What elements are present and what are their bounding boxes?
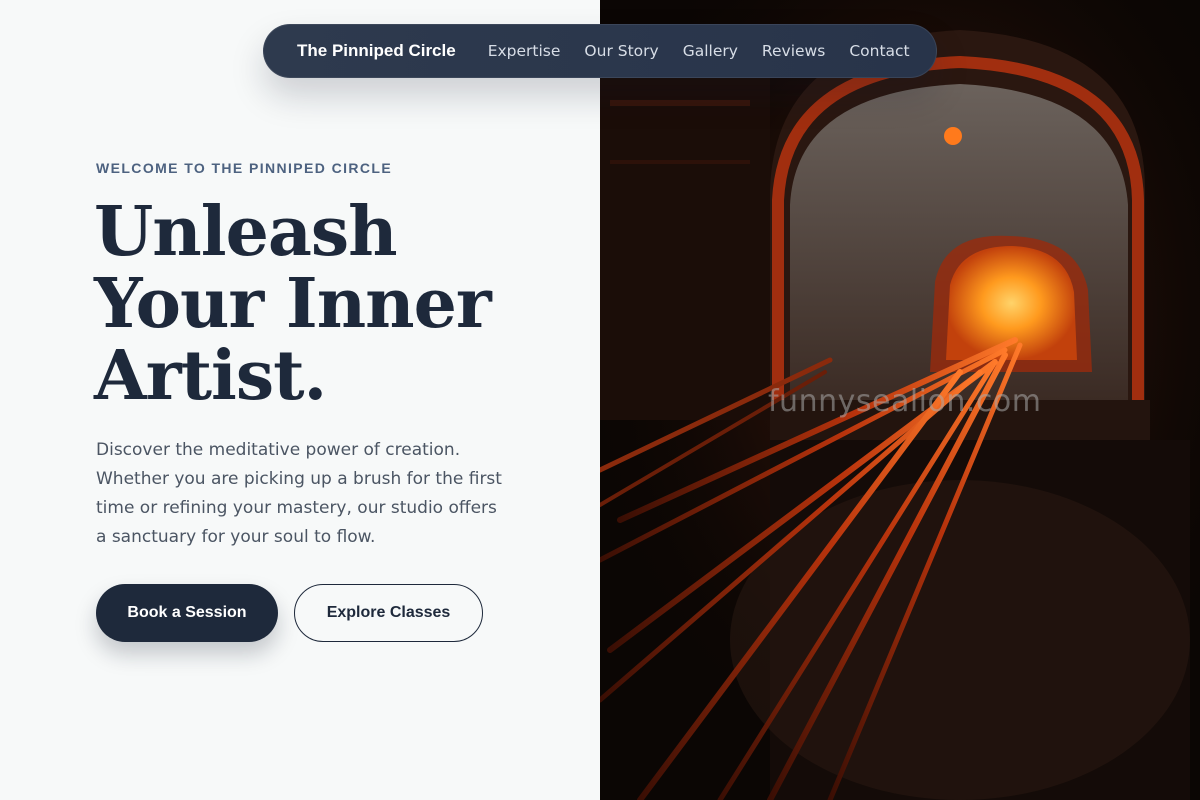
nav-link-reviews[interactable]: Reviews [762, 42, 825, 60]
explore-classes-button[interactable]: Explore Classes [294, 584, 483, 642]
nav-link-contact[interactable]: Contact [849, 42, 909, 60]
description-line: time or refining your mastery, our studi… [96, 498, 497, 518]
description-line: Discover the meditative power of creatio… [96, 440, 461, 460]
hero-image: funnysealion.com [600, 0, 1200, 800]
headline-line: Artist. [94, 336, 327, 416]
headline-line: Unleash [94, 192, 398, 272]
nav-links: Expertise Our Story Gallery Reviews Cont… [488, 42, 934, 60]
book-session-button[interactable]: Book a Session [96, 584, 278, 642]
headline-line: Your Inner [94, 264, 492, 344]
hero-eyebrow: WELCOME TO THE PINNIPED CIRCLE [96, 160, 393, 176]
watermark-text: funnysealion.com [768, 384, 1042, 419]
hero-description: Discover the meditative power of creatio… [96, 436, 516, 552]
description-line: a sanctuary for your soul to flow. [96, 527, 376, 547]
nav-link-our-story[interactable]: Our Story [584, 42, 658, 60]
navbar: The Pinniped Circle Expertise Our Story … [263, 24, 937, 78]
nav-link-expertise[interactable]: Expertise [488, 42, 561, 60]
nav-link-gallery[interactable]: Gallery [683, 42, 738, 60]
description-line: Whether you are picking up a brush for t… [96, 469, 502, 489]
hero-headline: Unleash Your Inner Artist. [94, 196, 574, 412]
brand-logo[interactable]: The Pinniped Circle [297, 41, 456, 61]
